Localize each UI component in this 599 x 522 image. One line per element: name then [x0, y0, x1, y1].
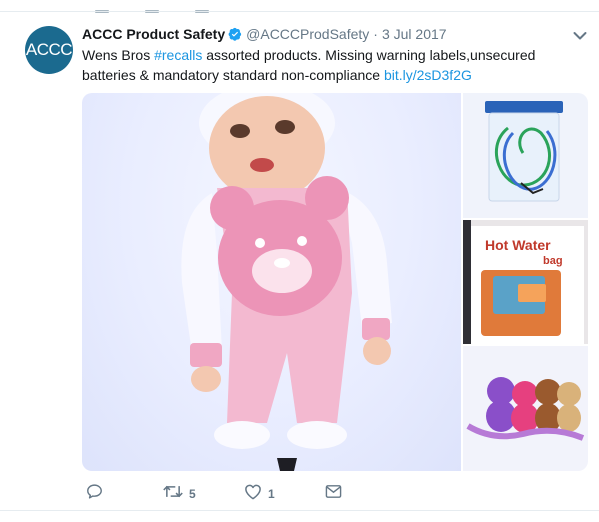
reply-button[interactable]	[86, 484, 103, 504]
avatar-logo-text: ACCC	[25, 40, 73, 59]
retweet-button[interactable]: 5	[163, 484, 196, 504]
tweet-timestamp[interactable]: 3 Jul 2017	[382, 26, 447, 42]
direct-message-button[interactable]	[325, 484, 342, 504]
photo-plush-toys[interactable]	[463, 346, 588, 471]
photo-doll[interactable]	[82, 93, 461, 471]
hot-water-bag-label: Hot Water	[485, 237, 551, 253]
like-button[interactable]: 1	[244, 484, 275, 504]
media-thumbnails: Hot Water bag	[463, 93, 588, 471]
tweet-actions: 5 1	[82, 484, 382, 504]
reply-icon	[86, 483, 103, 505]
hot-water-bag-sublabel: bag	[543, 255, 563, 267]
chevron-down-icon[interactable]	[573, 28, 587, 40]
tweet[interactable]: ACCC ACCC Product Safety @ACCCProdSafety…	[0, 12, 599, 510]
hashtag-link[interactable]: #recalls	[154, 47, 202, 63]
separator-dot: ·	[373, 26, 378, 42]
tweet-header: ACCC Product Safety @ACCCProdSafety · 3 …	[82, 24, 447, 44]
tweet-text: Wens Bros #recalls assorted products. Mi…	[82, 45, 592, 85]
envelope-icon	[325, 484, 342, 504]
url-link[interactable]: bit.ly/2sD3f2G	[384, 67, 472, 83]
retweet-count: 5	[189, 487, 196, 501]
tweet-text-part: Wens Bros	[82, 47, 155, 63]
photo-bungee-cord[interactable]	[463, 93, 588, 218]
verified-badge-icon	[228, 27, 242, 41]
previous-tweet-actions-remnant	[95, 0, 315, 13]
avatar[interactable]: ACCC	[25, 26, 73, 74]
username-handle[interactable]: @ACCCProdSafety	[246, 26, 369, 42]
display-name[interactable]: ACCC Product Safety	[82, 26, 225, 42]
photo-hot-water-bag[interactable]: Hot Water bag	[463, 219, 588, 345]
like-count: 1	[268, 487, 275, 501]
heart-icon	[244, 483, 262, 505]
divider	[0, 510, 599, 511]
retweet-icon	[163, 483, 183, 505]
media-grid: Hot Water bag	[82, 93, 588, 471]
